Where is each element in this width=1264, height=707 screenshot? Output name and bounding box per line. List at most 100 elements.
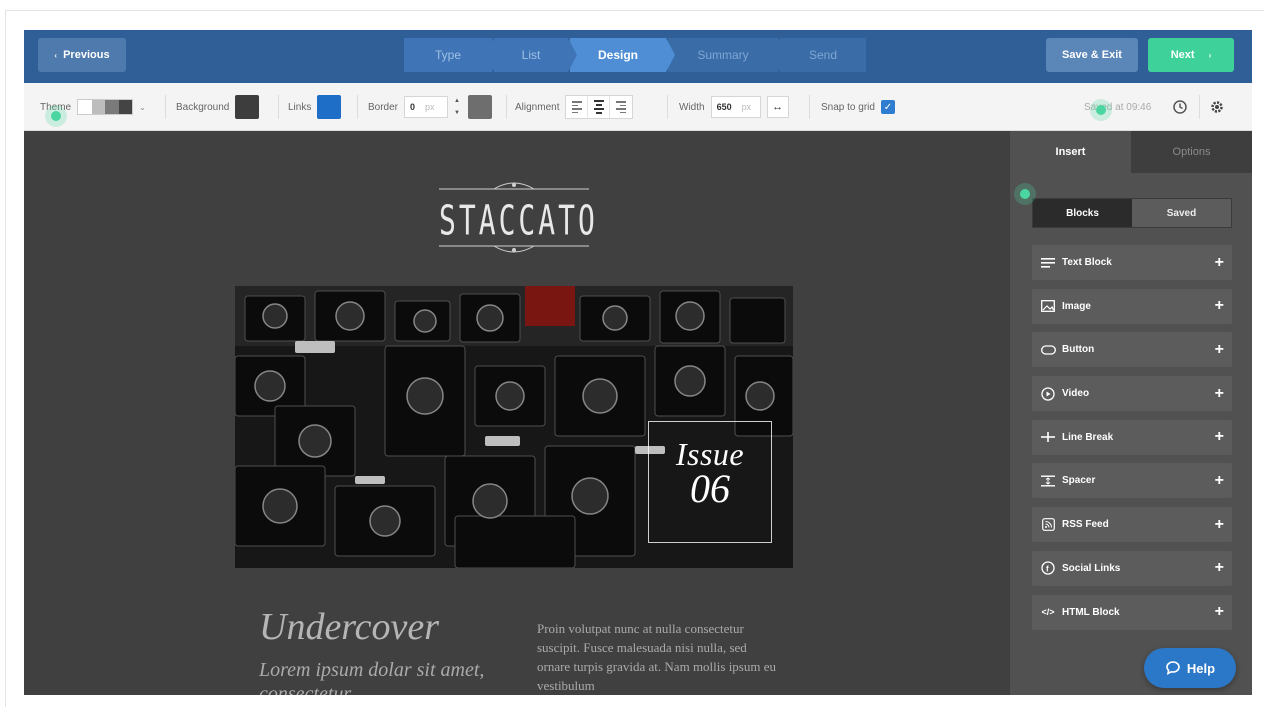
previous-label: Previous: [63, 49, 110, 61]
add-icon[interactable]: +: [1215, 341, 1224, 359]
chevron-down-icon[interactable]: ⌄: [139, 103, 146, 112]
insert-panel: Insert Options Blocks Saved Text Block +…: [1010, 131, 1252, 695]
staccato-logo[interactable]: STACCATO: [439, 181, 598, 263]
history-icon: [1173, 100, 1187, 114]
tab-insert[interactable]: Insert: [1010, 131, 1131, 173]
alignment-label: Alignment: [515, 101, 560, 113]
add-icon[interactable]: +: [1215, 428, 1224, 446]
tab-options[interactable]: Options: [1131, 131, 1252, 173]
help-label: Help: [1186, 660, 1216, 676]
block-spacer[interactable]: Spacer +: [1032, 463, 1232, 499]
background-label: Background: [176, 101, 230, 113]
image-icon: [1040, 299, 1056, 313]
block-text-block[interactable]: Text Block +: [1032, 245, 1232, 280]
top-bar: ‹ Previous Type List Design Summary Send…: [24, 30, 1252, 83]
block-button[interactable]: Button +: [1032, 332, 1232, 368]
border-control: Border 0 px ▲ ▼: [368, 83, 493, 131]
email-canvas[interactable]: STACCATO Issue 06 Undercover Lorem ipsum…: [24, 131, 1010, 695]
next-label: Next: [1170, 49, 1195, 61]
width-control: Width 650 px ↔: [679, 83, 789, 131]
step-summary[interactable]: Summary: [668, 38, 787, 72]
chat-bubble-icon: [1166, 661, 1180, 675]
tour-hotspot[interactable]: [1096, 105, 1106, 115]
links-control[interactable]: Links: [288, 83, 342, 131]
add-icon[interactable]: +: [1215, 297, 1224, 315]
border-stepper[interactable]: ▲ ▼: [454, 96, 462, 118]
text-block-icon: [1040, 256, 1056, 270]
html-block-icon: </>: [1041, 607, 1055, 617]
border-width-input[interactable]: 0 px: [404, 96, 449, 118]
help-button[interactable]: Help: [1144, 648, 1236, 688]
saved-status-text: Saved at 09:46: [1084, 101, 1152, 113]
alignment-control: Alignment: [515, 83, 634, 131]
border-color-swatch[interactable]: [468, 95, 493, 119]
snap-label: Snap to grid: [821, 101, 875, 113]
button-icon: [1040, 343, 1056, 357]
save-status: Saved at 09:46: [1084, 83, 1151, 131]
save-exit-button[interactable]: Save & Exit: [1046, 38, 1138, 72]
next-button[interactable]: Next ›: [1148, 38, 1234, 72]
tour-hotspot[interactable]: [51, 111, 61, 121]
settings-button[interactable]: [1209, 83, 1225, 131]
social-links-icon: f: [1040, 561, 1056, 575]
full-width-icon[interactable]: ↔: [766, 96, 789, 118]
block-social-links[interactable]: f Social Links +: [1032, 550, 1232, 586]
svg-text:f: f: [1046, 565, 1049, 574]
hero-image[interactable]: Issue 06: [235, 286, 793, 568]
design-toolbar: Theme ⌄ Background Links Border 0 px ▲▼: [24, 83, 1252, 131]
block-rss-feed[interactable]: RSS Feed +: [1032, 507, 1232, 543]
history-button[interactable]: [1172, 83, 1188, 131]
line-break-icon: [1040, 430, 1056, 444]
email-editor: ‹ Previous Type List Design Summary Send…: [24, 30, 1252, 695]
snap-to-grid-control[interactable]: Snap to grid ✓: [821, 83, 895, 131]
issue-badge: Issue 06: [648, 421, 772, 543]
article-subheadline[interactable]: Lorem ipsum dolar sit amet, consectetur: [259, 658, 499, 695]
block-video[interactable]: Video +: [1032, 376, 1232, 412]
width-label: Width: [679, 101, 705, 113]
tour-hotspot[interactable]: [1020, 189, 1030, 199]
add-icon[interactable]: +: [1215, 254, 1224, 272]
article-headline[interactable]: Undercover: [259, 605, 439, 649]
segment-blocks[interactable]: Blocks: [1033, 199, 1132, 227]
video-icon: [1040, 386, 1056, 401]
theme-control[interactable]: Theme ⌄: [40, 83, 146, 131]
align-center-icon[interactable]: [588, 96, 611, 118]
alignment-buttons: [565, 95, 634, 119]
theme-swatch[interactable]: [77, 99, 134, 115]
segment-saved[interactable]: Saved: [1132, 199, 1231, 227]
step-type[interactable]: Type: [404, 38, 501, 72]
logo-wordmark: STACCATO: [439, 197, 598, 245]
align-right-icon[interactable]: [610, 96, 632, 118]
align-left-icon[interactable]: [566, 96, 589, 118]
block-image[interactable]: Image +: [1032, 288, 1232, 324]
step-list[interactable]: List: [494, 38, 577, 72]
chevron-left-icon: ‹: [54, 50, 58, 60]
add-icon[interactable]: +: [1215, 559, 1224, 577]
border-label: Border: [368, 101, 399, 113]
gear-icon: [1211, 101, 1223, 113]
previous-button[interactable]: ‹ Previous: [38, 38, 126, 72]
wizard-steps: Type List Design Summary Send: [404, 38, 868, 72]
chevron-right-icon: ›: [1208, 50, 1212, 60]
issue-number: 06: [690, 466, 730, 511]
add-icon[interactable]: +: [1215, 516, 1224, 534]
step-design[interactable]: Design: [570, 38, 675, 72]
snap-checkbox[interactable]: ✓: [880, 100, 895, 114]
add-icon[interactable]: +: [1215, 603, 1224, 621]
add-icon[interactable]: +: [1215, 472, 1224, 490]
block-list: Text Block + Image + Button + Video + Li…: [1032, 245, 1232, 638]
links-label: Links: [288, 101, 312, 113]
background-color-swatch[interactable]: [235, 95, 260, 119]
width-input[interactable]: 650 px: [710, 96, 761, 118]
blocks-saved-toggle: Blocks Saved: [1032, 198, 1232, 228]
block-html-block[interactable]: </> HTML Block +: [1032, 594, 1232, 630]
article-body[interactable]: Proin volutpat nunc at nulla consectetur…: [537, 619, 777, 695]
links-color-swatch[interactable]: [317, 95, 342, 119]
rss-feed-icon: [1040, 518, 1056, 532]
block-line-break[interactable]: Line Break +: [1032, 419, 1232, 455]
spacer-icon: [1040, 474, 1056, 488]
step-send[interactable]: Send: [780, 38, 866, 72]
panel-tabs: Insert Options: [1010, 131, 1252, 173]
background-control[interactable]: Background: [176, 83, 260, 131]
add-icon[interactable]: +: [1215, 385, 1224, 403]
